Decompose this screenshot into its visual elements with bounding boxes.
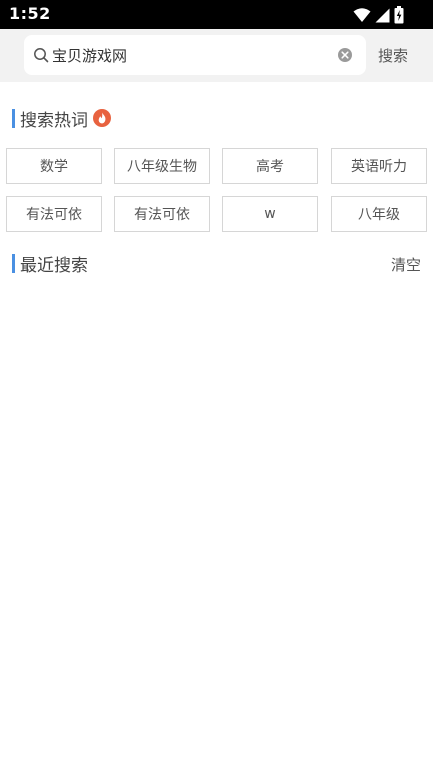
search-bar-area: 搜索 bbox=[0, 29, 433, 82]
signal-icon bbox=[375, 8, 390, 22]
search-button[interactable]: 搜索 bbox=[367, 37, 419, 73]
hot-tag[interactable]: 八年级 bbox=[331, 196, 427, 232]
hot-tag[interactable]: w bbox=[222, 196, 318, 232]
status-time: 1:52 bbox=[9, 4, 51, 23]
search-input[interactable] bbox=[52, 41, 332, 69]
section-accent-bar bbox=[12, 108, 15, 128]
recent-search-header: 最近搜索 bbox=[12, 252, 88, 276]
section-accent-bar bbox=[12, 253, 15, 273]
hot-tag[interactable]: 八年级生物 bbox=[114, 148, 210, 184]
search-icon bbox=[34, 48, 49, 63]
fire-icon bbox=[93, 109, 111, 127]
hot-tag[interactable]: 数学 bbox=[6, 148, 102, 184]
hot-tag[interactable]: 有法可依 bbox=[114, 196, 210, 232]
status-bar: 1:52 bbox=[0, 0, 433, 29]
hot-search-header: 搜索热词 bbox=[12, 107, 111, 131]
clear-input-icon[interactable] bbox=[337, 47, 353, 63]
hot-tag[interactable]: 高考 bbox=[222, 148, 318, 184]
hot-tag[interactable]: 英语听力 bbox=[331, 148, 427, 184]
battery-charging-icon bbox=[394, 6, 404, 24]
clear-history-button[interactable]: 清空 bbox=[391, 254, 421, 275]
recent-search-title: 最近搜索 bbox=[20, 255, 88, 276]
status-icons bbox=[353, 5, 404, 25]
hot-search-title: 搜索热词 bbox=[20, 110, 88, 131]
wifi-icon bbox=[353, 8, 371, 22]
search-box[interactable] bbox=[24, 35, 366, 75]
hot-tag[interactable]: 有法可依 bbox=[6, 196, 102, 232]
